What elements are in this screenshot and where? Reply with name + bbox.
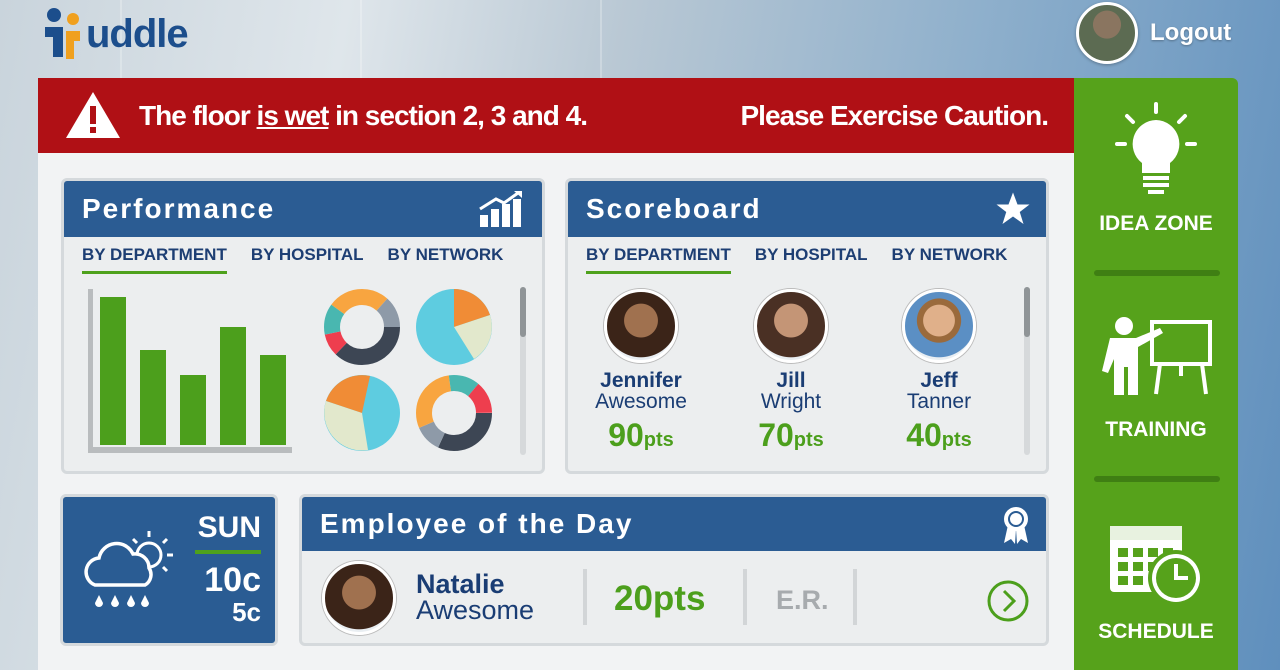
weather-low: 5c	[232, 597, 261, 627]
sidebar-item-training[interactable]: TRAINING	[1074, 314, 1238, 442]
employee-of-the-day-card: Employee of the Day Natalie Awesome 20pt…	[299, 494, 1049, 646]
sidebar: IDEA ZONE TRAINING SCHEDULE	[1074, 78, 1238, 670]
alert-message: The floor is wet in section 2, 3 and 4.	[139, 100, 588, 131]
avatar	[604, 289, 678, 363]
scoreboard-card: Scoreboard BY DEPARTMENT BY HOSPITAL BY …	[565, 178, 1049, 474]
person-first-name: Jill	[776, 369, 806, 392]
rain-sun-cloud-icon	[84, 531, 173, 607]
logout-button[interactable]: Logout	[1150, 19, 1231, 47]
employee-last-name: Awesome	[416, 595, 535, 625]
performance-bar	[260, 355, 286, 445]
donut-chart-2	[416, 375, 492, 451]
person-last-name: Wright	[760, 390, 822, 413]
performance-pie-charts	[324, 289, 492, 451]
avatar	[902, 289, 976, 363]
award-ribbon-icon	[1004, 507, 1028, 544]
logout-area[interactable]: Logout	[1076, 2, 1231, 64]
sidebar-item-label: TRAINING	[1105, 418, 1207, 441]
person-points: 90pts	[608, 417, 674, 453]
scoreboard-header: Scoreboard	[568, 181, 1046, 237]
donut-chart-1	[324, 289, 400, 365]
user-avatar[interactable]	[1076, 2, 1138, 64]
tab-by-hospital[interactable]: BY HOSPITAL	[755, 245, 868, 274]
scrollbar-thumb[interactable]	[520, 287, 526, 337]
scoreboard-person[interactable]: Jill Wright 70pts	[726, 289, 856, 454]
weather-divider	[195, 550, 261, 554]
scoreboard-tabs: BY DEPARTMENT BY HOSPITAL BY NETWORK	[586, 245, 1007, 274]
performance-title: Performance	[82, 193, 276, 224]
person-first-name: Jeff	[920, 369, 958, 392]
scoreboard-title: Scoreboard	[586, 193, 762, 224]
employee-first-name: Natalie	[416, 569, 505, 599]
pie-chart-2	[324, 375, 400, 451]
app-logo[interactable]: uddle	[40, 4, 189, 64]
employee-of-day-title: Employee of the Day	[320, 508, 634, 539]
lightbulb-icon	[1115, 102, 1197, 194]
scoreboard-person[interactable]: Jeff Tanner 40pts	[874, 289, 1004, 454]
pie-chart-1	[416, 289, 492, 365]
performance-bar	[100, 297, 126, 445]
employee-of-day-header: Employee of the Day	[302, 497, 1046, 551]
weather-widget: SUN 10c 5c	[60, 494, 278, 646]
employee-points: 20pts	[614, 579, 706, 618]
performance-bar	[220, 327, 246, 445]
logo-figures-icon	[45, 8, 80, 59]
divider	[583, 569, 587, 625]
employee-department: E.R.	[776, 585, 829, 615]
sidebar-item-schedule[interactable]: SCHEDULE	[1074, 520, 1238, 644]
person-last-name: Awesome	[595, 390, 687, 413]
performance-header: Performance	[64, 181, 542, 237]
performance-card: Performance BY DEPARTMENT BY HOSPITAL BY…	[61, 178, 545, 474]
training-presenter-icon	[1102, 317, 1212, 395]
calendar-clock-icon	[1110, 526, 1204, 606]
tab-by-department[interactable]: BY DEPARTMENT	[586, 245, 731, 274]
sidebar-item-idea-zone[interactable]: IDEA ZONE	[1074, 100, 1238, 236]
tab-by-hospital[interactable]: BY HOSPITAL	[251, 245, 364, 274]
weather-high: 10c	[204, 561, 261, 599]
sidebar-divider	[1094, 476, 1220, 482]
employee-avatar	[322, 561, 396, 635]
person-first-name: Jennifer	[600, 369, 682, 392]
weather-day: SUN	[197, 511, 261, 544]
alert-caution: Please Exercise Caution.	[740, 100, 1049, 131]
tab-by-network[interactable]: BY NETWORK	[892, 245, 1008, 274]
star-icon	[996, 192, 1030, 224]
divider	[853, 569, 857, 625]
scoreboard-scrollbar[interactable]	[1024, 287, 1030, 455]
avatar	[754, 289, 828, 363]
warning-icon	[66, 92, 120, 138]
divider	[743, 569, 747, 625]
growth-chart-icon	[479, 191, 522, 227]
alert-banner: The floor is wet in section 2, 3 and 4. …	[38, 78, 1078, 153]
person-last-name: Tanner	[906, 390, 972, 413]
next-arrow-button[interactable]	[986, 579, 1030, 623]
scrollbar-thumb[interactable]	[1024, 287, 1030, 337]
sidebar-item-label: SCHEDULE	[1098, 620, 1214, 643]
employee-name: Natalie Awesome	[416, 569, 535, 625]
person-points: 40pts	[906, 417, 972, 453]
performance-bar	[180, 375, 206, 445]
performance-bar	[140, 350, 166, 445]
tab-by-department[interactable]: BY DEPARTMENT	[82, 245, 227, 274]
logo-text: uddle	[86, 11, 189, 56]
sidebar-item-label: IDEA ZONE	[1099, 212, 1213, 235]
performance-tabs: BY DEPARTMENT BY HOSPITAL BY NETWORK	[82, 245, 503, 274]
performance-scrollbar[interactable]	[520, 287, 526, 455]
scoreboard-person[interactable]: Jennifer Awesome 90pts	[576, 289, 706, 454]
person-points: 70pts	[758, 417, 824, 453]
sidebar-divider	[1094, 270, 1220, 276]
performance-bar-chart	[88, 289, 292, 453]
tab-by-network[interactable]: BY NETWORK	[388, 245, 504, 274]
